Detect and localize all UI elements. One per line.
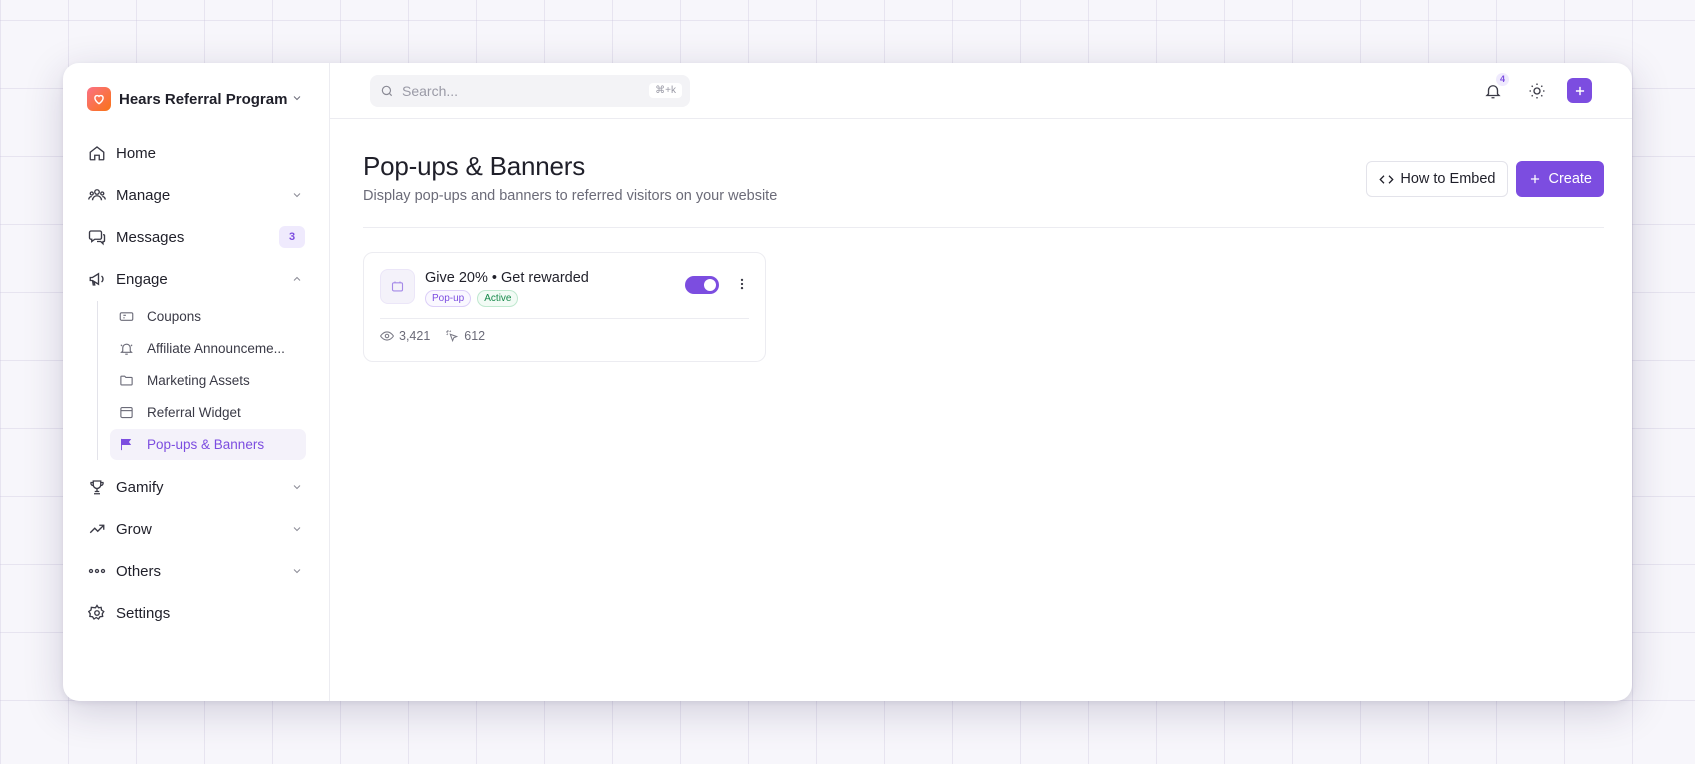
- search-box[interactable]: ⌘+k: [370, 74, 690, 107]
- create-label: Create: [1548, 171, 1592, 187]
- folder-icon: [118, 373, 134, 389]
- how-to-embed-label: How to Embed: [1400, 171, 1496, 187]
- sun-icon: [1528, 82, 1546, 100]
- page-content: Pop-ups & Banners Display pop-ups and ba…: [330, 119, 1632, 362]
- engage-submenu: Coupons Affiliate Announceme... Marketin…: [97, 301, 311, 460]
- window-icon: [118, 405, 134, 421]
- sidebar-item-label: Settings: [116, 604, 171, 622]
- views-count: 3,421: [399, 329, 431, 343]
- topbar-actions: 4: [1479, 72, 1592, 105]
- sidebar-item-grow[interactable]: Grow: [87, 508, 311, 550]
- click-icon: [445, 329, 459, 343]
- gear-icon: [87, 603, 107, 623]
- theme-toggle-button[interactable]: [1523, 77, 1551, 105]
- notification-count-badge: 4: [1496, 72, 1509, 86]
- sidebar-item-coupons[interactable]: Coupons: [110, 301, 306, 332]
- sidebar-item-settings[interactable]: Settings: [87, 592, 311, 634]
- trending-up-icon: [87, 519, 107, 539]
- card-title: Give 20% • Get rewarded: [425, 270, 589, 286]
- chevron-down-icon: [291, 523, 303, 535]
- sidebar-item-label: Others: [116, 562, 162, 580]
- sub-item-label: Coupons: [147, 309, 202, 324]
- sub-item-label: Marketing Assets: [147, 373, 250, 388]
- page-subtitle: Display pop-ups and banners to referred …: [363, 188, 778, 204]
- sub-item-label: Affiliate Announceme...: [147, 341, 285, 356]
- clicks-count: 612: [464, 329, 486, 343]
- quick-add-button[interactable]: [1567, 78, 1592, 103]
- card-stats: 3,421 612: [380, 319, 749, 353]
- more-vertical-icon: [735, 276, 749, 292]
- sidebar-item-messages[interactable]: Messages 3: [87, 216, 311, 258]
- sidebar-item-gamify[interactable]: Gamify: [87, 466, 311, 508]
- sidebar-item-label: Gamify: [116, 478, 164, 496]
- megaphone-icon: [87, 269, 107, 289]
- messages-count-badge: 3: [279, 226, 305, 248]
- sidebar-item-marketing-assets[interactable]: Marketing Assets: [110, 365, 306, 396]
- sidebar-item-label: Engage: [116, 270, 168, 288]
- how-to-embed-button[interactable]: How to Embed: [1366, 161, 1509, 197]
- home-icon: [87, 143, 107, 163]
- search-icon: [380, 84, 394, 98]
- users-icon: [87, 185, 107, 205]
- sidebar-item-popups-banners[interactable]: Pop-ups & Banners: [110, 429, 306, 460]
- status-badge: Active: [477, 290, 519, 307]
- views-stat: 3,421: [380, 329, 430, 343]
- sidebar-item-others[interactable]: Others: [87, 550, 311, 592]
- sidebar-item-referral-widget[interactable]: Referral Widget: [110, 397, 306, 428]
- sidebar-item-label: Grow: [116, 520, 152, 538]
- sidebar-item-engage[interactable]: Engage: [87, 258, 311, 300]
- enabled-toggle[interactable]: [685, 276, 719, 294]
- main-area: ⌘+k 4 Pop-ups & Banners Display pop: [330, 63, 1632, 701]
- sidebar-item-manage[interactable]: Manage: [87, 174, 311, 216]
- chevron-down-icon: [291, 565, 303, 577]
- brand-switcher[interactable]: Hears Referral Program: [87, 86, 311, 112]
- plus-icon: [1573, 84, 1587, 98]
- sidebar-item-label: Home: [116, 144, 157, 162]
- sidebar-item-affiliate-announcements[interactable]: Affiliate Announceme...: [110, 333, 306, 364]
- search-shortcut-hint: ⌘+k: [649, 83, 682, 98]
- chevron-down-icon: [291, 189, 303, 201]
- clicks-stat: 612: [445, 329, 485, 343]
- toggle-knob: [704, 279, 716, 291]
- sidebar-item-home[interactable]: Home: [87, 132, 311, 174]
- more-options-button[interactable]: [735, 276, 749, 292]
- brand-logo-icon: [87, 87, 111, 111]
- notifications-button[interactable]: 4: [1479, 72, 1509, 105]
- app-window: Hears Referral Program Home Manage Messa…: [63, 63, 1632, 701]
- chevron-up-icon: [291, 273, 303, 285]
- card-header: Give 20% • Get rewarded Pop-up Active: [380, 269, 749, 319]
- messages-icon: [87, 227, 107, 247]
- sidebar-item-label: Manage: [116, 186, 171, 204]
- ticket-icon: [118, 309, 134, 325]
- plus-icon: [1528, 172, 1542, 186]
- chevron-down-icon: [291, 481, 303, 493]
- sub-item-label: Pop-ups & Banners: [147, 437, 265, 452]
- bell-ring-icon: [118, 341, 134, 357]
- sidebar: Hears Referral Program Home Manage Messa…: [63, 63, 330, 701]
- flag-icon: [118, 437, 134, 453]
- create-button[interactable]: Create: [1516, 161, 1604, 197]
- page-title: Pop-ups & Banners: [363, 151, 586, 181]
- popup-card[interactable]: Give 20% • Get rewarded Pop-up Active 3,…: [363, 252, 766, 362]
- page-header: Pop-ups & Banners Display pop-ups and ba…: [363, 151, 1604, 228]
- sidebar-item-label: Messages: [116, 228, 185, 246]
- chevron-down-icon: [291, 92, 303, 107]
- brand-name: Hears Referral Program: [119, 90, 288, 108]
- sub-item-label: Referral Widget: [147, 405, 241, 420]
- eye-icon: [380, 329, 394, 343]
- topbar: ⌘+k 4: [330, 63, 1632, 119]
- popup-thumbnail-icon: [380, 269, 415, 304]
- search-input[interactable]: [402, 82, 650, 99]
- type-tag: Pop-up: [425, 290, 472, 307]
- header-actions: How to Embed Create: [1366, 161, 1604, 197]
- more-horizontal-icon: [87, 561, 107, 581]
- card-tags: Pop-up Active: [425, 290, 589, 307]
- code-icon: [1379, 172, 1394, 187]
- trophy-icon: [87, 477, 107, 497]
